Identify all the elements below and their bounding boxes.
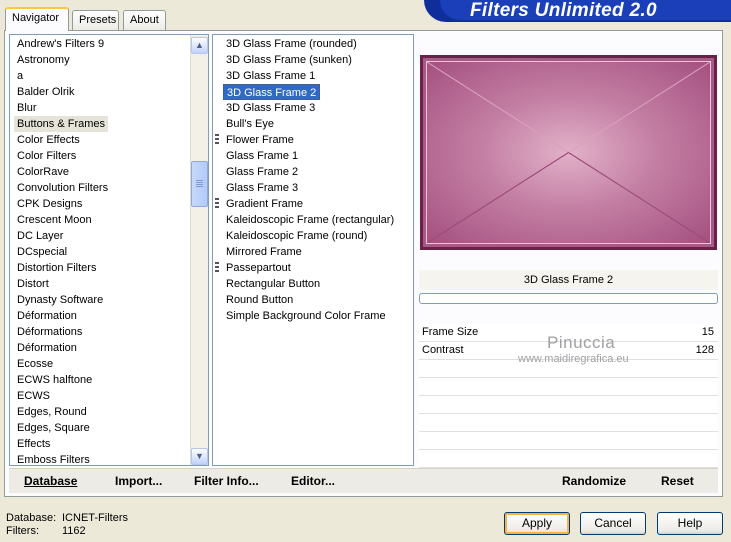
param-name: Frame Size <box>422 326 479 338</box>
tab-presets[interactable]: Presets <box>72 10 119 30</box>
category-item[interactable]: Distort <box>14 276 52 292</box>
param-value: 128 <box>695 344 714 356</box>
scroll-up-button[interactable]: ▲ <box>191 37 208 54</box>
filter-item[interactable]: Bull's Eye <box>223 116 277 132</box>
category-item[interactable]: Déformations <box>14 324 85 340</box>
category-item[interactable]: ECWS halftone <box>14 372 95 388</box>
category-item[interactable]: CPK Designs <box>14 196 85 212</box>
watermark-name: Pinuccia <box>547 333 616 352</box>
bottom-toolbar: Database Import... Filter Info... Editor… <box>9 468 718 493</box>
param-row-empty <box>419 432 718 450</box>
reset-button[interactable]: Reset <box>661 474 694 488</box>
category-item[interactable]: Déformation <box>14 340 80 356</box>
preset-marker-icon <box>215 198 219 210</box>
filter-item[interactable]: Rectangular Button <box>223 276 323 292</box>
cancel-button[interactable]: Cancel <box>580 512 646 535</box>
database-label: Database: <box>6 512 57 524</box>
filter-item[interactable]: 3D Glass Frame (rounded) <box>223 36 360 52</box>
category-item[interactable]: Dynasty Software <box>14 292 106 308</box>
filter-item[interactable]: Gradient Frame <box>215 196 306 212</box>
editor-button[interactable]: Editor... <box>291 474 335 488</box>
category-item[interactable]: Buttons & Frames <box>14 116 109 132</box>
filter-item[interactable]: Mirrored Frame <box>223 244 305 260</box>
filter-info-button[interactable]: Filter Info... <box>194 474 259 488</box>
category-item[interactable]: Color Filters <box>14 148 79 164</box>
tab-about[interactable]: About <box>123 10 166 30</box>
preview-inner <box>426 61 711 244</box>
category-scrollbar[interactable]: ▲ ▼ <box>190 35 208 465</box>
filter-item[interactable]: Flower Frame <box>215 132 297 148</box>
param-name: Contrast <box>422 344 464 356</box>
preset-marker-icon <box>215 134 219 146</box>
category-item[interactable]: Astronomy <box>14 52 73 68</box>
app-title: Filters Unlimited 2.0 <box>470 0 657 21</box>
category-item[interactable]: Edges, Square <box>14 420 93 436</box>
filter-item[interactable]: Glass Frame 1 <box>223 148 301 164</box>
param-value: 15 <box>701 326 714 338</box>
category-item[interactable]: Andrew's Filters 9 <box>14 36 107 52</box>
scroll-thumb[interactable] <box>191 161 208 207</box>
category-item[interactable]: Distortion Filters <box>14 260 99 276</box>
randomize-button[interactable]: Randomize <box>562 474 626 488</box>
filter-item[interactable]: Glass Frame 3 <box>223 180 301 196</box>
category-item[interactable]: DC Layer <box>14 228 66 244</box>
filter-item[interactable]: 3D Glass Frame 1 <box>223 68 318 84</box>
param-row-empty <box>419 450 718 468</box>
database-button[interactable]: Database <box>24 474 77 488</box>
filter-item[interactable]: 3D Glass Frame 3 <box>223 100 318 116</box>
filter-item[interactable]: Kaleidoscopic Frame (rectangular) <box>223 212 397 228</box>
preview-bevel <box>427 62 710 243</box>
category-item[interactable]: Déformation <box>14 308 80 324</box>
progress-bar <box>419 293 718 304</box>
watermark-url: www.maidiregrafica.eu <box>518 353 629 365</box>
tab-navigator[interactable]: Navigator <box>5 7 69 31</box>
category-item[interactable]: Blur <box>14 100 40 116</box>
preset-marker-icon <box>215 262 219 274</box>
category-item[interactable]: DCspecial <box>14 244 70 260</box>
filter-list[interactable]: 3D Glass Frame (rounded) 3D Glass Frame (… <box>212 34 414 466</box>
filter-title: 3D Glass Frame 2 <box>419 270 718 290</box>
import-button[interactable]: Import... <box>115 474 162 488</box>
help-button[interactable]: Help <box>657 512 723 535</box>
category-item[interactable]: Color Effects <box>14 132 83 148</box>
filter-item[interactable]: Round Button <box>223 292 296 308</box>
filter-item[interactable]: Passepartout <box>215 260 294 276</box>
category-item[interactable]: a <box>14 68 26 84</box>
category-item[interactable]: ColorRave <box>14 164 72 180</box>
param-row-empty <box>419 396 718 414</box>
category-item[interactable]: Effects <box>14 436 53 452</box>
param-row-empty <box>419 378 718 396</box>
category-item[interactable]: Convolution Filters <box>14 180 111 196</box>
scroll-grip-icon <box>196 180 203 188</box>
category-item[interactable]: Ecosse <box>14 356 56 372</box>
apply-button[interactable]: Apply <box>504 512 570 535</box>
filter-item[interactable]: Simple Background Color Frame <box>223 308 389 324</box>
preview-image <box>420 55 717 250</box>
category-item[interactable]: Edges, Round <box>14 404 90 420</box>
scroll-down-button[interactable]: ▼ <box>191 448 208 465</box>
category-item[interactable]: ECWS <box>14 388 53 404</box>
filter-item[interactable]: Glass Frame 2 <box>223 164 301 180</box>
filters-label: Filters: <box>6 525 39 537</box>
category-list[interactable]: Andrew's Filters 9 Astronomy a Balder Olrik… <box>9 34 209 466</box>
filter-item[interactable]: 3D Glass Frame 2 <box>223 84 321 100</box>
filter-item[interactable]: Kaleidoscopic Frame (round) <box>223 228 370 244</box>
category-item[interactable]: Emboss Filters <box>14 452 93 465</box>
category-item[interactable]: Crescent Moon <box>14 212 95 228</box>
param-row-empty <box>419 414 718 432</box>
category-item[interactable]: Balder Olrik <box>14 84 77 100</box>
database-value: ICNET-Filters <box>62 512 128 524</box>
filter-item[interactable]: 3D Glass Frame (sunken) <box>223 52 355 68</box>
filters-count: 1162 <box>62 525 86 537</box>
